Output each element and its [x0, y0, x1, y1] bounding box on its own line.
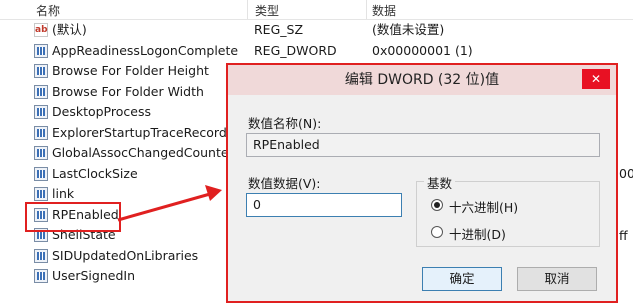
- base-group: 基数 十六进制(H) 十进制(D): [416, 173, 600, 247]
- hex-radio[interactable]: [431, 199, 443, 211]
- dec-radio[interactable]: [431, 226, 443, 238]
- hex-label[interactable]: 十六进制(H): [449, 197, 518, 216]
- value-name-label: 数值名称(N):: [248, 116, 322, 131]
- dec-label[interactable]: 十进制(D): [449, 224, 506, 243]
- value-data-input[interactable]: 0: [246, 193, 402, 217]
- dialog-title: 编辑 DWORD (32 位)值: [228, 65, 616, 95]
- cancel-button[interactable]: 取消: [517, 267, 597, 291]
- ok-button[interactable]: 确定: [422, 267, 502, 291]
- close-button[interactable]: ✕: [582, 69, 610, 89]
- base-label: 基数: [424, 173, 456, 192]
- value-name-field[interactable]: RPEnabled: [246, 133, 600, 157]
- edit-dword-dialog: 编辑 DWORD (32 位)值 ✕ 数值名称(N): RPEnabled 数值…: [226, 63, 618, 303]
- value-data-label: 数值数据(V):: [248, 176, 321, 191]
